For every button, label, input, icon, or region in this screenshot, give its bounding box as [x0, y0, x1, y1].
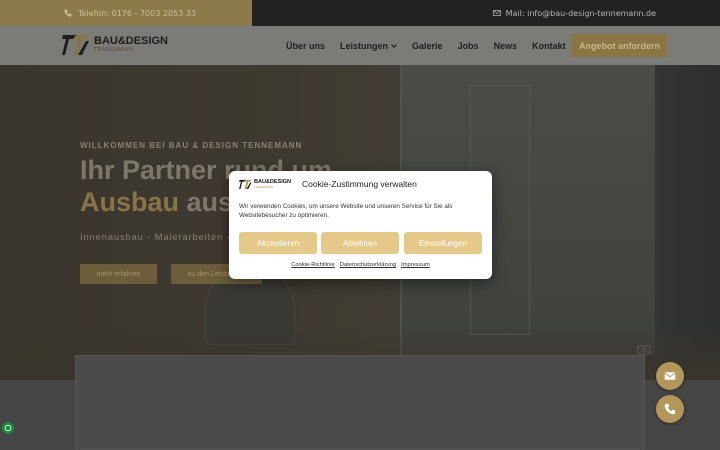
logo-mark-icon [239, 179, 252, 190]
cookie-dialog-logo: BAU&DESIGN TENNEMANN [239, 179, 291, 190]
nav-item-label: Leistungen [340, 40, 389, 51]
site-logo[interactable]: BAU&DESIGN TENNEMANN [62, 33, 168, 57]
whatsapp-icon[interactable] [2, 422, 14, 434]
nav-item-jobs[interactable]: Jobs [458, 41, 479, 51]
logo-mark-icon [62, 35, 89, 55]
nav-item-ueber-uns[interactable]: Über uns [286, 41, 325, 51]
hero-services: Innenausbau - Malerarbeiten - Fl [80, 232, 244, 243]
mail-icon [492, 10, 501, 16]
cookie-settings-button[interactable]: Einstellungen [404, 232, 482, 254]
cookie-dialog-links: Cookie-Richtlinie Datenschutzerklärung I… [229, 262, 492, 268]
phone-icon [64, 9, 72, 17]
nav-item-leistungen[interactable]: Leistungen [340, 41, 397, 51]
topbar-contact-mail[interactable]: Mail: info@bau-design-tennemann.de [252, 0, 720, 26]
chevron-down-icon [391, 43, 397, 48]
accept-cookies-button[interactable]: Akzeptieren [239, 232, 317, 254]
cookie-dialog-title: Cookie-Zustimmung verwalten [302, 179, 417, 189]
logo-title: BAU&DESIGN [94, 35, 168, 48]
nav-item-label: Jobs [457, 40, 479, 51]
logo-text: BAU&DESIGN TENNEMANN [94, 36, 168, 54]
camera-icon [637, 345, 651, 355]
nav-menu: Über uns Leistungen Galerie Jobs News Ko… [286, 26, 581, 65]
privacy-policy-link[interactable]: Datenschutzerklärung [340, 262, 396, 268]
topbar-phone-text[interactable]: Telefon: 0176 - 7003 2053 33 [78, 9, 196, 18]
topbar-contact-phone[interactable]: Telefon: 0176 - 7003 2053 33 [0, 0, 252, 26]
nav-item-label: Kontakt [532, 40, 566, 51]
cookie-dialog-logo-text: BAU&DESIGN TENNEMANN [254, 180, 291, 189]
more-info-button[interactable]: mehr erfahren [80, 264, 157, 284]
nav-item-label: Galerie [412, 40, 443, 51]
imprint-link[interactable]: Impressum [401, 262, 430, 268]
content-card [75, 355, 645, 450]
chat-bubble-icon [4, 424, 12, 432]
mail-icon [664, 372, 676, 380]
hero-headline-rest: aus [179, 187, 234, 217]
hero-headline-highlight: Ausbau [80, 187, 180, 217]
floating-mail-button[interactable] [656, 362, 684, 390]
nav-item-news[interactable]: News [494, 41, 518, 51]
topbar-mail-text[interactable]: Mail: info@bau-design-tennemann.de [506, 9, 656, 18]
nav-item-label: News [493, 40, 518, 51]
main-navbar: BAU&DESIGN TENNEMANN Über uns Leistungen… [0, 26, 720, 65]
cookie-dialog-text: Wir verwenden Cookies, um unsere Website… [239, 203, 453, 219]
nav-item-galerie[interactable]: Galerie [412, 41, 443, 51]
topbar: Telefon: 0176 - 7003 2053 33 Mail: info@… [0, 0, 720, 26]
request-quote-button[interactable]: Angebot anfordern [572, 34, 667, 57]
phone-icon [664, 403, 676, 415]
cookie-dialog-logo-subtitle: TENNEMANN [254, 184, 274, 189]
nav-item-label: Über uns [286, 40, 326, 51]
hero-headline-line2: Ausbau aus [80, 187, 233, 218]
cookie-consent-dialog: BAU&DESIGN TENNEMANN Cookie-Zustimmung v… [229, 171, 492, 279]
floating-phone-button[interactable] [656, 395, 684, 423]
hero-eyebrow: WILLKOMMEN BEI BAU & DESIGN TENNEMANN [80, 141, 303, 150]
reject-cookies-button[interactable]: Ablehnen [321, 232, 399, 254]
cookie-policy-link[interactable]: Cookie-Richtlinie [291, 262, 335, 268]
logo-subtitle: TENNEMANN [94, 47, 134, 54]
nav-item-kontakt[interactable]: Kontakt [532, 41, 566, 51]
